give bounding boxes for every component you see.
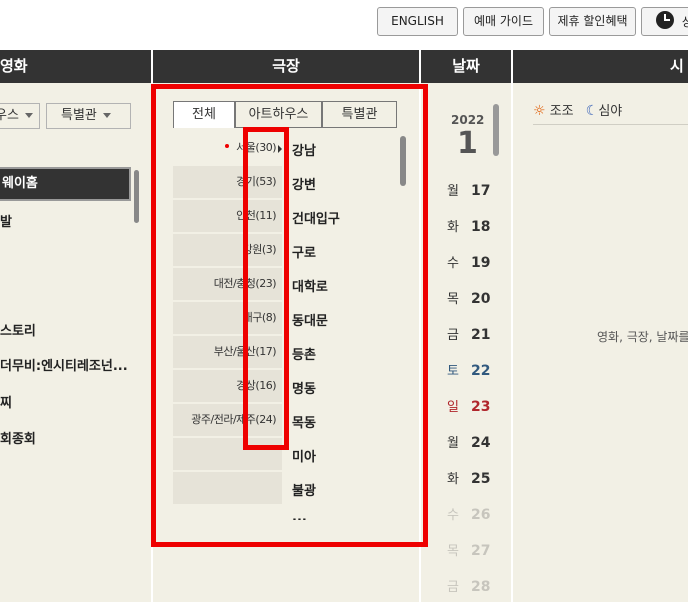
movie-item[interactable]: 더무비:엔시티레조넌... bbox=[0, 355, 128, 374]
date-number: 21 bbox=[471, 327, 491, 343]
date-weekday: 일 bbox=[447, 400, 459, 415]
date-number: 22 bbox=[471, 363, 491, 379]
date-item[interactable]: 월 24 bbox=[447, 432, 507, 451]
highlight-box-regions bbox=[243, 127, 289, 450]
time-column-header: 시 bbox=[513, 50, 688, 83]
movie-filter-special[interactable]: 특별관 bbox=[46, 103, 131, 129]
discount-button[interactable]: 제휴 할인혜택 bbox=[549, 7, 636, 36]
time-options: ☼ 조조 ☾심야 bbox=[533, 100, 622, 119]
top-bar: ENGLISH 예매 가이드 제휴 할인혜택 상 bbox=[0, 0, 688, 50]
english-button[interactable]: ENGLISH bbox=[377, 7, 458, 36]
date-item: 목 27 bbox=[447, 540, 507, 559]
date-weekday: 금 bbox=[447, 328, 459, 343]
movie-item[interactable]: 발 bbox=[0, 211, 12, 230]
date-weekday: 월 bbox=[447, 436, 459, 451]
date-column-header: 날짜 bbox=[421, 50, 511, 83]
divider bbox=[533, 124, 688, 125]
date-weekday: 금 bbox=[447, 580, 459, 595]
date-number: 25 bbox=[471, 471, 491, 487]
date-list-scrollbar[interactable] bbox=[493, 104, 499, 156]
movie-filter-arthouse[interactable]: 우스 bbox=[0, 103, 40, 129]
date-item[interactable]: 금 21 bbox=[447, 324, 507, 343]
moon-icon: ☾ bbox=[585, 103, 599, 119]
calendar-month: 1 bbox=[457, 126, 478, 161]
movie-list-scrollbar[interactable] bbox=[134, 170, 139, 223]
date-number: 24 bbox=[471, 435, 491, 451]
movie-filter-label: 우스 bbox=[0, 108, 19, 123]
schedule-button-label: 상 bbox=[681, 15, 688, 29]
date-number: 23 bbox=[471, 399, 491, 415]
theater-column-header: 극장 bbox=[153, 50, 419, 83]
calendar-year: 2022 bbox=[451, 113, 485, 127]
movie-item[interactable]: 찌 bbox=[0, 392, 12, 411]
night-label[interactable]: 심야 bbox=[598, 104, 622, 119]
chevron-down-icon bbox=[24, 113, 33, 118]
date-weekday: 화 bbox=[447, 220, 459, 235]
date-weekday: 목 bbox=[447, 544, 459, 559]
date-number: 19 bbox=[471, 255, 491, 271]
date-weekday: 목 bbox=[447, 292, 459, 307]
select-prompt-text: 영화, 극장, 날짜를 bbox=[597, 330, 688, 344]
date-number: 18 bbox=[471, 219, 491, 235]
date-weekday: 토 bbox=[447, 364, 459, 379]
date-item[interactable]: 수 19 bbox=[447, 252, 507, 271]
morning-label[interactable]: 조조 bbox=[550, 104, 574, 119]
date-item: 수 26 bbox=[447, 504, 507, 523]
date-number: 26 bbox=[471, 507, 491, 523]
schedule-button[interactable]: 상 bbox=[641, 7, 688, 36]
date-number: 20 bbox=[471, 291, 491, 307]
movie-filter-label: 특별관 bbox=[61, 108, 97, 123]
movie-item-selected[interactable]: 웨이홈 bbox=[0, 167, 131, 201]
clock-icon bbox=[656, 11, 674, 29]
chevron-down-icon bbox=[102, 113, 111, 118]
date-weekday: 화 bbox=[447, 472, 459, 487]
date-item[interactable]: 화 25 bbox=[447, 468, 507, 487]
date-weekday: 수 bbox=[447, 256, 459, 271]
movie-item[interactable]: 스토리 bbox=[0, 320, 36, 339]
highlight-box-theater bbox=[151, 84, 428, 547]
date-item: 금 28 bbox=[447, 576, 507, 595]
date-item[interactable]: 토 22 bbox=[447, 360, 507, 379]
sun-icon: ☼ bbox=[533, 103, 546, 119]
date-weekday: 수 bbox=[447, 508, 459, 523]
date-item[interactable]: 목 20 bbox=[447, 288, 507, 307]
date-number: 27 bbox=[471, 543, 491, 559]
movie-panel bbox=[0, 83, 151, 602]
date-item[interactable]: 월 17 bbox=[447, 180, 507, 199]
date-item[interactable]: 화 18 bbox=[447, 216, 507, 235]
date-weekday: 월 bbox=[447, 184, 459, 199]
date-item[interactable]: 일 23 bbox=[447, 396, 507, 415]
date-number: 17 bbox=[471, 183, 491, 199]
movie-item[interactable]: 회종회 bbox=[0, 428, 36, 447]
movie-column-header: 영화 bbox=[0, 50, 151, 83]
date-number: 28 bbox=[471, 579, 491, 595]
booking-guide-button[interactable]: 예매 가이드 bbox=[463, 7, 544, 36]
